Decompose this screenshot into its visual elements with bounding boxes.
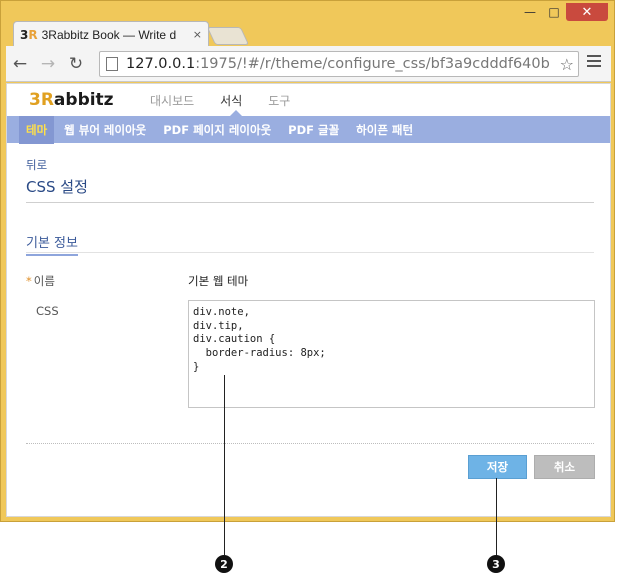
save-button[interactable]: 저장 (468, 455, 527, 479)
title-divider (26, 202, 594, 203)
app-header: 3Rabbitz 대시보드 서식 도구 (7, 84, 610, 116)
css-label: CSS (36, 304, 59, 318)
back-arrow-icon[interactable]: ← (6, 50, 34, 78)
nav-dashboard[interactable]: 대시보드 (150, 92, 194, 109)
page-icon (106, 57, 118, 71)
subnav-theme[interactable]: 테마 (19, 115, 55, 144)
browser-toolbar: ← → ↻ 127.0.0.1:1975/!#/r/theme/configur… (6, 46, 611, 82)
tab-title: 3Rabbitz Book — Write d (41, 27, 177, 42)
callout-line-3 (496, 478, 497, 556)
browser-window-frame: — □ ✕ 3R 3Rabbitz Book — Write d × ← → ↻… (0, 0, 615, 522)
tab-close-icon[interactable]: × (193, 28, 202, 41)
window-close-button[interactable]: ✕ (566, 3, 608, 21)
callout-3: 3 (487, 555, 505, 573)
name-label: * 이름 (26, 274, 55, 288)
nav-format[interactable]: 서식 (220, 92, 242, 109)
tab-favicon: 3R (20, 27, 38, 42)
subnav-hyphen-pattern[interactable]: 하이픈 패턴 (356, 122, 413, 138)
css-textarea[interactable]: div.note, div.tip, div.caution { border-… (188, 300, 595, 408)
form-footer-divider (26, 443, 594, 444)
window-controls: — □ ✕ (518, 3, 608, 21)
maximize-button[interactable]: □ (542, 3, 566, 21)
minimize-button[interactable]: — (518, 3, 542, 21)
app-logo[interactable]: 3Rabbitz (29, 90, 114, 110)
subnav-pdf-font[interactable]: PDF 글꼴 (288, 122, 339, 138)
callout-2: 2 (215, 555, 233, 573)
page-title: CSS 설정 (26, 178, 88, 196)
callout-line-2 (224, 375, 225, 555)
new-tab-button[interactable] (206, 27, 250, 45)
required-marker: * (26, 274, 32, 288)
page-viewport: 3Rabbitz 대시보드 서식 도구 테마 웹 뷰어 레이아웃 PDF 페이지… (6, 83, 611, 517)
name-value: 기본 웹 테마 (188, 274, 249, 288)
address-bar[interactable]: 127.0.0.1:1975/!#/r/theme/configure_css/… (99, 51, 579, 77)
sub-nav: 테마 웹 뷰어 레이아웃 PDF 페이지 레이아웃 PDF 글꼴 하이픈 패턴 (7, 115, 610, 144)
back-link[interactable]: 뒤로 (26, 157, 47, 173)
url-text: 127.0.0.1:1975/!#/r/theme/configure_css/… (126, 56, 550, 72)
menu-icon[interactable] (587, 55, 601, 67)
section-divider (26, 252, 594, 253)
cancel-button[interactable]: 취소 (534, 455, 595, 479)
bookmark-star-icon[interactable]: ☆ (559, 55, 574, 74)
subnav-pdf-page-layout[interactable]: PDF 페이지 레이아웃 (163, 122, 271, 138)
reload-icon[interactable]: ↻ (62, 50, 90, 78)
nav-tools[interactable]: 도구 (268, 92, 290, 109)
browser-tab[interactable]: 3R 3Rabbitz Book — Write d × (13, 21, 209, 47)
subnav-web-viewer-layout[interactable]: 웹 뷰어 레이아웃 (64, 122, 146, 138)
forward-arrow-icon[interactable]: → (34, 50, 62, 78)
top-nav: 대시보드 서식 도구 (150, 92, 316, 109)
